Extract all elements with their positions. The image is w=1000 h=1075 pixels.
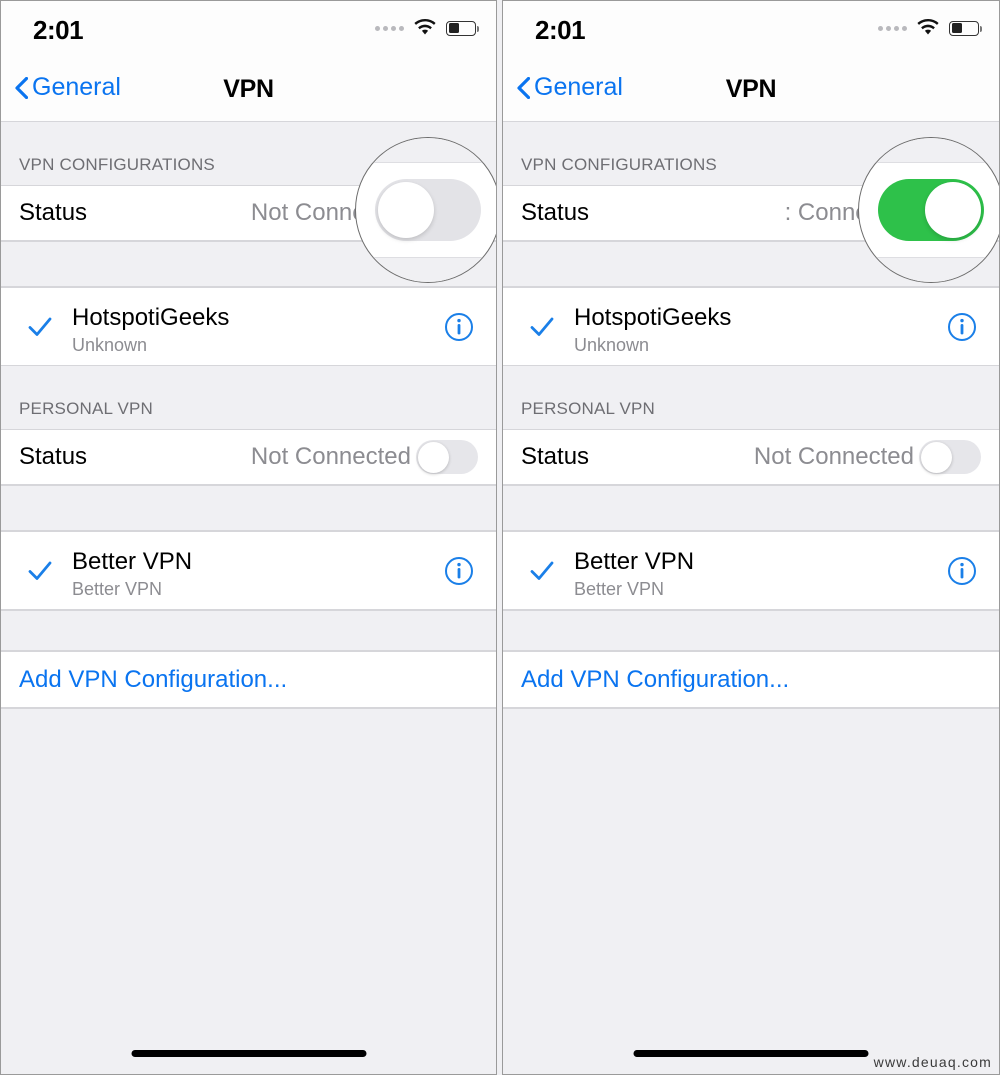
battery-icon	[446, 20, 479, 36]
add-vpn-configuration-label: Add VPN Configuration...	[521, 665, 790, 693]
info-icon[interactable]	[444, 312, 474, 342]
wifi-icon	[917, 19, 939, 35]
magnified-vpn-toggle[interactable]	[375, 179, 481, 241]
status-value: Not Connected	[250, 443, 411, 470]
vpn-entry-subtitle: Better VPN	[574, 579, 665, 599]
status-indicators	[878, 19, 982, 37]
status-label: Status	[19, 199, 88, 226]
checkmark-icon	[28, 561, 52, 580]
nav-bar: General VPN	[1, 61, 496, 122]
empty-area	[1, 708, 496, 1038]
wifi-icon	[414, 19, 436, 35]
section-gap	[1, 485, 496, 531]
status-time: 2:01	[535, 15, 586, 45]
phone-screen-after: 2:01 General VPN VPN CONFIGURATIONS Stat…	[502, 0, 1000, 1075]
magnified-vpn-toggle[interactable]	[878, 179, 984, 241]
row-status-personal-vpn[interactable]: Status Not Connected	[1, 429, 496, 485]
page-title: VPN	[725, 75, 777, 103]
battery-icon	[949, 20, 982, 36]
list-item-better-vpn[interactable]: Better VPN Better VPN	[1, 531, 496, 610]
add-vpn-configuration-button[interactable]: Add VPN Configuration...	[1, 651, 496, 708]
vpn-entry-subtitle: Better VPN	[72, 579, 163, 599]
vpn-entry-name: HotspotiGeeks	[574, 304, 732, 331]
list-item-hotspotigeeks[interactable]: HotspotiGeeks Unknown	[1, 287, 496, 366]
row-status-personal-vpn[interactable]: Status Not Connected	[503, 429, 999, 485]
checkmark-icon	[530, 561, 554, 580]
add-vpn-configuration-label: Add VPN Configuration...	[19, 665, 288, 693]
section-gap	[1, 610, 496, 651]
nav-bar: General VPN	[503, 61, 999, 122]
magnifier-lens-vpn-toggle	[355, 137, 496, 283]
info-icon[interactable]	[444, 556, 474, 586]
vpn-entry-name: HotspotiGeeks	[72, 304, 230, 331]
signal-dots-icon	[878, 25, 907, 31]
section-gap	[503, 610, 999, 651]
add-vpn-configuration-button[interactable]: Add VPN Configuration...	[503, 651, 999, 708]
section-header-personal-vpn: PERSONAL VPN	[503, 366, 999, 429]
list-item-hotspotigeeks[interactable]: HotspotiGeeks Unknown	[503, 287, 999, 366]
signal-dots-icon	[375, 25, 404, 31]
checkmark-icon	[530, 317, 554, 336]
checkmark-icon	[28, 317, 52, 336]
vpn-entry-name: Better VPN	[72, 548, 193, 575]
screenshot-root: 2:01 General VPN VPN CONFIGURATIONS Stat…	[0, 0, 1000, 1075]
section-gap	[503, 485, 999, 531]
status-label: Status	[521, 443, 590, 470]
empty-area	[503, 708, 999, 1038]
info-icon[interactable]	[947, 312, 977, 342]
home-indicator	[633, 1050, 869, 1057]
vpn-entry-name: Better VPN	[574, 548, 695, 575]
magnifier-lens-vpn-toggle	[858, 137, 999, 283]
status-bar: 2:01	[1, 1, 496, 61]
status-time: 2:01	[33, 15, 84, 45]
vpn-toggle-personal[interactable]	[416, 440, 478, 474]
site-watermark: www.deuaq.com	[873, 1054, 992, 1070]
status-bar: 2:01	[503, 1, 999, 61]
status-label: Status	[521, 199, 590, 226]
status-label: Status	[19, 443, 88, 470]
vpn-entry-subtitle: Unknown	[72, 335, 148, 355]
list-item-better-vpn[interactable]: Better VPN Better VPN	[503, 531, 999, 610]
page-title: VPN	[223, 75, 274, 103]
vpn-entry-subtitle: Unknown	[574, 335, 650, 355]
info-icon[interactable]	[947, 556, 977, 586]
status-indicators	[375, 19, 479, 37]
home-indicator	[131, 1050, 366, 1057]
vpn-toggle-personal[interactable]	[919, 440, 981, 474]
section-header-personal-vpn: PERSONAL VPN	[1, 366, 496, 429]
status-value: Not Connected	[753, 443, 914, 470]
phone-screen-before: 2:01 General VPN VPN CONFIGURATIONS Stat…	[0, 0, 497, 1075]
